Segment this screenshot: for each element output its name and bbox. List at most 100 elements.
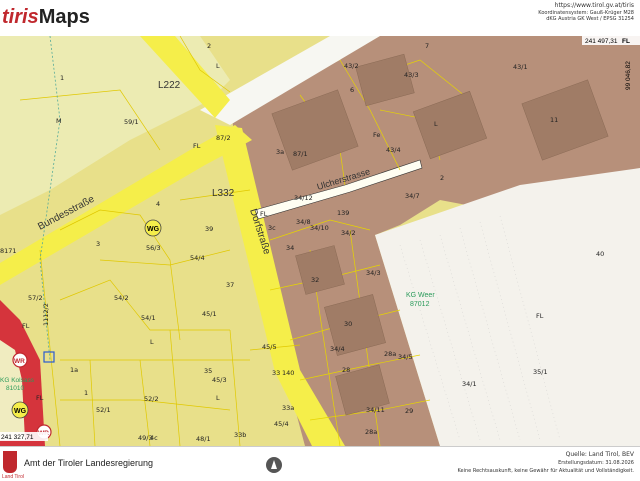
parcel-label: 45/5 [262, 343, 277, 351]
parcel-label: 40 [596, 250, 604, 258]
parcel-label: FL [536, 312, 544, 320]
north-arrow-icon [266, 457, 282, 473]
parcel-label: 52/2 [144, 395, 159, 403]
parcel-label: 8171 [0, 247, 17, 255]
tirol-crest-icon [3, 451, 17, 473]
parcel-label: 56/3 [146, 244, 161, 252]
parcel-label: 30 [344, 320, 352, 328]
parcel-label: 32 [311, 276, 319, 284]
parcel-label: 52/1 [96, 406, 111, 414]
parcel-label: 34/11 [366, 406, 385, 414]
parcel-label: 29 [405, 407, 413, 415]
parcel-label: 2 [440, 174, 444, 182]
parcel-label: 37 [226, 281, 234, 289]
parcel-label: 11 [550, 116, 558, 124]
kg-kolsass-number: 81010 [6, 385, 24, 392]
coord-bottom-left: 241 327,71 [1, 434, 34, 441]
coord-top-right: 241 497,31 [585, 38, 618, 45]
parcel-label: 28a [384, 350, 396, 358]
parcel-label: FL [22, 322, 30, 330]
parcel-label: 59/1 [124, 118, 139, 126]
parcel-label: 1 [84, 389, 88, 397]
zone-label-wr1: WR [14, 358, 25, 365]
parcel-label: L [434, 120, 438, 128]
parcel-label: 45/1 [202, 310, 217, 318]
parcel-label: Fe [373, 131, 380, 139]
parcel-label: 57/2 [28, 294, 43, 302]
zone-label-wg2: WG [14, 408, 27, 415]
map-canvas[interactable]: L222 L332 Bundesstraße Dorfstraße Ulcher… [0, 36, 640, 446]
kg-kolsass-label: KG Kolsass [0, 377, 35, 384]
parcel-label: 39 [205, 225, 213, 233]
map-view[interactable]: L222 L332 Bundesstraße Dorfstraße Ulcher… [0, 36, 640, 446]
parcel-label: 34/10 [310, 224, 329, 232]
parcel-label: 43/4 [386, 146, 401, 154]
parcel-label: 34/4 [330, 345, 345, 353]
parcel-label: 1a [70, 366, 78, 374]
fl-top-right: FL [622, 38, 630, 45]
coord-right-vertical: 99 046,82 [625, 61, 632, 90]
zone-label-wg1: WG [147, 226, 160, 233]
parcel-label: 1 [60, 74, 64, 82]
parcel-label: 34/5 [398, 353, 413, 361]
parcel-label: 7 [425, 42, 429, 50]
road-label-l332: L332 [212, 188, 235, 199]
parcel-label: 43/3 [404, 71, 419, 79]
parcel-label: 87/1 [293, 150, 308, 158]
parcel-label: 43/2 [344, 62, 359, 70]
header-info: https://www.tirol.gv.at/tiris Koordinate… [538, 2, 634, 23]
parcel-label: 34/8 [296, 218, 311, 226]
parcel-label: 33a [282, 404, 294, 412]
parcel-label: 87/2 [216, 134, 231, 142]
parcel-label: 3a [276, 148, 284, 156]
organization-name: Amt der Tiroler Landesregierung [24, 458, 154, 468]
app-footer: Land Tirol Amt der Tiroler Landesregieru… [0, 446, 640, 481]
parcel-label: 43/1 [513, 63, 528, 71]
parcel-label: 3 [96, 240, 100, 248]
parcel-label: M [56, 117, 62, 125]
parcel-label: 6 [350, 86, 354, 94]
kg-weer-number: 87012 [410, 301, 430, 308]
source-text: Quelle: Land Tirol, BEV [565, 451, 634, 458]
parcel-label: L [150, 338, 154, 346]
parcel-label: 2 [207, 42, 211, 50]
parcel-label: 54/1 [141, 314, 156, 322]
parcel-label: 28 [342, 366, 350, 374]
parcel-label: 54/4 [190, 254, 205, 262]
parcel-label: 1112/2 [42, 303, 50, 326]
coord-detail: dKG Austria GK West / EPSG 31254 [546, 16, 634, 22]
parcel-label: 34 [286, 244, 294, 252]
parcel-label: 45/4 [274, 420, 289, 428]
road-label-l222: L222 [158, 80, 181, 91]
parcel-label: 35/1 [533, 368, 548, 376]
kg-weer-label: KG Weer [406, 292, 435, 299]
parcel-label: 48/1 [196, 435, 211, 443]
creation-date: Erstellungsdatum: 31.08.2026 [558, 460, 634, 466]
crest-label: Land Tirol [2, 474, 24, 480]
parcel-label: 33 [272, 369, 280, 377]
parcel-label: 34/2 [341, 229, 356, 237]
logo-part-maps: Maps [38, 6, 90, 28]
app-header: tirisMaps https://www.tirol.gv.at/tiris … [0, 0, 640, 37]
parcel-label: 35 [204, 367, 212, 375]
parcel-label: 4c [150, 434, 158, 442]
parcel-label: FL [260, 210, 268, 218]
parcel-label: 54/2 [114, 294, 129, 302]
parcel-label: L [216, 62, 220, 70]
parcel-label: 45/3 [212, 376, 227, 384]
parcel-label: 140 [282, 369, 294, 377]
parcel-label: 33b [234, 431, 246, 439]
parcel-label: FL [193, 142, 201, 150]
disclaimer-text: Keine Rechtsauskunft, keine Gewähr für A… [457, 468, 634, 474]
parcel-label: L [216, 394, 220, 402]
footer-info: Quelle: Land Tirol, BEV Erstellungsdatum… [458, 451, 634, 475]
parcel-label: 3c [268, 224, 276, 232]
parcel-label: 28a [365, 428, 377, 436]
parcel-label: 34/3 [366, 269, 381, 277]
parcel-label: 34/7 [405, 192, 420, 200]
logo-part-tiris: tiris [2, 6, 39, 28]
parcel-label: 4 [156, 200, 160, 208]
parcel-label: 34/12 [294, 194, 313, 202]
tiris-maps-logo: tirisMaps [2, 6, 90, 29]
parcel-label: 34/1 [462, 380, 477, 388]
